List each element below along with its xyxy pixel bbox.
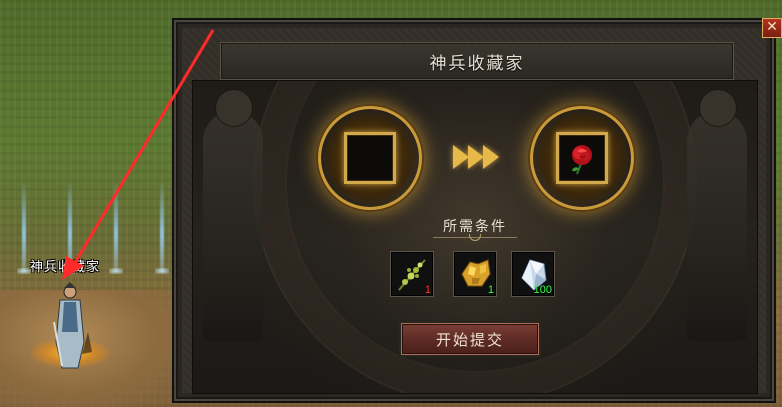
requirements-divider [433,234,517,244]
requirement-item-crystal[interactable]: 100 [511,251,555,297]
light-pillar [114,180,118,270]
close-icon: ✕ [766,19,778,35]
input-item-slot[interactable] [344,132,396,184]
requirement-item-herb[interactable]: 1 [390,251,434,297]
close-button[interactable]: ✕ [762,18,782,38]
light-pillar-base [17,268,31,274]
light-pillar [160,180,164,270]
light-pillar-base [109,268,123,274]
submit-button[interactable]: 开始提交 [401,323,539,355]
herb-count: 1 [424,284,431,296]
rose-icon [572,145,592,175]
requirements-heading: 所需条件 [443,219,507,235]
crafting-area: 所需条件 1 1 100 开始提交 [192,80,758,394]
transform-arrow-icon [453,145,499,169]
output-item-slot[interactable] [556,132,608,184]
input-slot-ring [321,109,419,207]
dialog-title: 神兵收藏家 [429,53,525,74]
npc-name-label[interactable]: 神兵收藏家 [30,256,100,275]
dialog-title-bar: 神兵收藏家 [220,42,734,80]
output-slot-ring [533,109,631,207]
requirement-item-gold-ore[interactable]: 1 [453,251,497,297]
light-pillar-base [155,268,169,274]
gold-ore-count: 1 [487,284,494,296]
crystal-count: 100 [533,284,552,296]
light-pillar [22,180,26,270]
npc-character[interactable] [48,282,92,372]
